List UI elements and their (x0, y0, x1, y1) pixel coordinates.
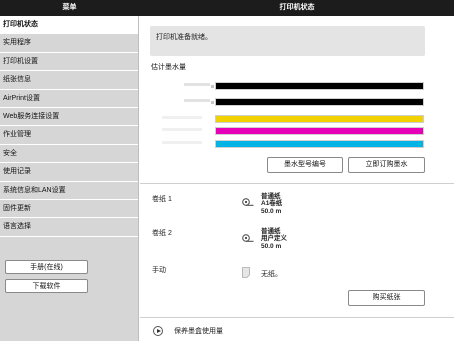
buy-paper-button[interactable]: 购买纸张 (348, 290, 425, 306)
sidebar-item-printer-status[interactable]: 打印机状态 (0, 16, 138, 35)
ink-section-title: 估计墨水量 (151, 64, 186, 71)
ink-bar (215, 115, 424, 123)
ink-label-placeholder (162, 128, 202, 131)
main-panel: 打印机准备就绪。 估计墨水量 墨水型号编号 立即订购墨水 卷纸 1 普通纸 A1… (140, 16, 454, 341)
ink-row-magenta (140, 127, 454, 135)
sidebar-item-security[interactable]: 安全 (0, 145, 138, 164)
sidebar: 打印机状态 实用程序 打印机设置 纸张信息 AirPrint设置 Web服务连接… (0, 16, 139, 341)
ink-level-fill (216, 116, 423, 122)
roll-paper-2-info: 普通纸 用户定义 50.0 m (261, 228, 287, 250)
sidebar-menu: 打印机状态 实用程序 打印机设置 纸张信息 AirPrint设置 Web服务连接… (0, 16, 138, 237)
ink-bar (215, 127, 424, 135)
ink-label-placeholder (184, 83, 210, 86)
sidebar-item-firmware-update[interactable]: 固件更新 (0, 200, 138, 219)
ink-level-fill (216, 141, 423, 147)
ink-level-fill (216, 128, 423, 134)
roll-paper-1-info: 普通纸 A1卷纸 50.0 m (261, 193, 282, 215)
status-message: 打印机准备就绪。 (156, 34, 212, 41)
divider (140, 183, 454, 184)
ink-bar (215, 98, 424, 106)
roll-paper-1-size: A1卷纸 (261, 200, 283, 208)
ink-tick (211, 101, 214, 104)
roll-paper-1-remaining: 50.0 m (261, 207, 282, 215)
ink-row-cyan (140, 140, 454, 148)
order-ink-now-button[interactable]: 立即订购墨水 (348, 157, 425, 173)
roll-paper-2-remaining: 50.0 m (261, 242, 282, 250)
divider (140, 317, 454, 318)
paper-roll-icon (242, 198, 254, 206)
top-bar: 菜单 打印机状态 (0, 0, 454, 16)
menu-title: 菜单 (62, 4, 77, 11)
ink-label-placeholder (184, 99, 210, 102)
sidebar-item-system-info-lan[interactable]: 系统信息和LAN设置 (0, 182, 138, 200)
sidebar-item-usage-log[interactable]: 使用记录 (0, 163, 138, 182)
ink-row-yellow (140, 115, 454, 123)
roll-paper-1-label: 卷纸 1 (152, 196, 172, 203)
play-icon[interactable] (153, 326, 163, 336)
sidebar-item-job-management[interactable]: 作业管理 (0, 126, 138, 145)
ink-label-placeholder (162, 116, 202, 119)
roll-paper-2-label: 卷纸 2 (152, 230, 172, 237)
sidebar-item-utilities[interactable]: 实用程序 (0, 34, 138, 53)
paper-roll-icon (242, 234, 254, 242)
ink-row-black-1 (140, 82, 454, 90)
sidebar-item-airprint-settings[interactable]: AirPrint设置 (0, 90, 138, 108)
page-title: 打印机状态 (279, 4, 315, 11)
manual-feed-status: 无纸。 (261, 271, 282, 278)
ink-level-fill (216, 99, 423, 105)
ink-bar (215, 82, 424, 90)
ink-label-placeholder (162, 141, 202, 144)
ink-bar (215, 140, 424, 148)
download-software-button[interactable]: 下载软件 (5, 279, 88, 293)
manual-feed-label: 手动 (152, 267, 166, 274)
roll-paper-2-size: 用户定义 (261, 235, 287, 243)
maintenance-cartridge-usage-link[interactable]: 保养墨盒使用量 (174, 326, 223, 336)
ink-tick (211, 85, 214, 88)
sidebar-item-web-service-settings[interactable]: Web服务连接设置 (0, 108, 138, 127)
manual-online-button[interactable]: 手册(在线) (5, 260, 88, 274)
sidebar-item-language[interactable]: 语言选择 (0, 218, 138, 237)
status-message-box: 打印机准备就绪。 (150, 26, 425, 56)
sidebar-item-printer-settings[interactable]: 打印机设置 (0, 53, 138, 72)
ink-row-black-2 (140, 98, 454, 106)
sidebar-item-paper-info[interactable]: 纸张信息 (0, 71, 138, 90)
paper-sheet-icon (242, 267, 250, 278)
ink-model-number-button[interactable]: 墨水型号编号 (267, 157, 343, 173)
ink-level-fill (216, 83, 423, 89)
